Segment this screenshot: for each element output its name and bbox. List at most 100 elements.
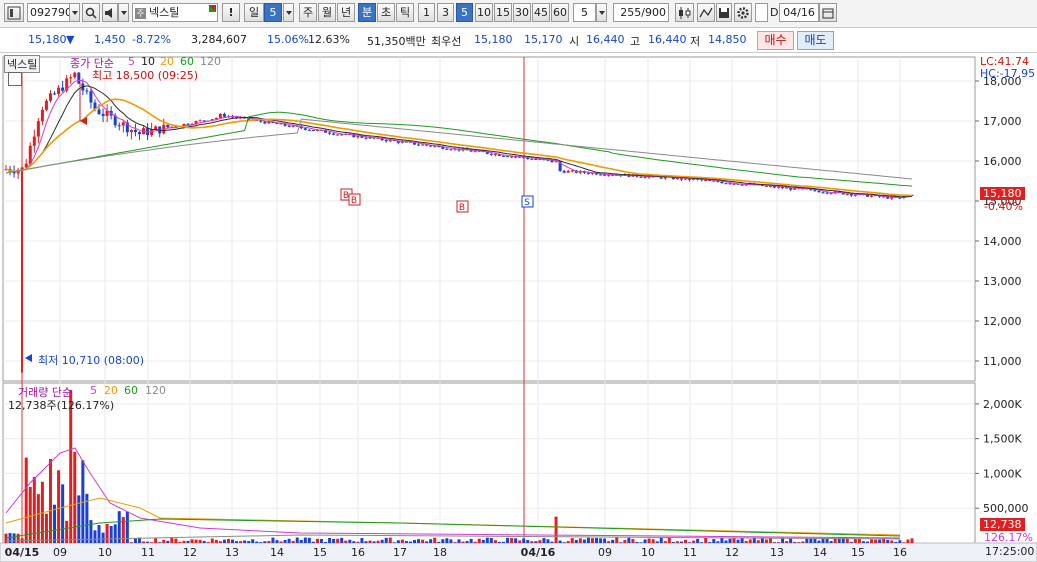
volume-bar [768,538,772,543]
date-checkbox[interactable] [755,3,768,22]
stock-name-field[interactable]: 주 넥스틸 [132,3,218,22]
interval-15[interactable]: 15 [494,3,512,22]
volume-bar [324,542,328,543]
volume-bar [239,541,243,543]
interval-input[interactable]: 5 [573,3,596,22]
price-tick-label: 17,000 [983,115,1022,128]
volume-bar [336,538,340,543]
alert-button[interactable]: ! [222,3,240,22]
volume-bar [396,540,400,543]
volume-bar [441,539,445,543]
current-price: 15,180 [28,33,67,46]
volume-bar [635,541,639,543]
candle [732,183,736,185]
buy-button[interactable]: 매수 [757,31,794,50]
period-dropdown[interactable] [283,3,294,22]
time-label: 13 [225,546,239,559]
toolbar: 092790 주 넥스틸 ! 일 5 주 월 년 분 초 틱 1 3 5 10 1… [0,0,1037,28]
interval-3[interactable]: 3 [437,3,454,22]
volume-bar [550,541,554,543]
tab-minute[interactable]: 분 [358,3,376,22]
candle [44,100,48,110]
price-tick-label: 11,000 [983,355,1022,368]
candle [307,129,311,131]
gear-icon[interactable] [734,3,752,22]
volume-bar [696,538,700,543]
trade-amount: 51,350백만 [367,35,426,48]
chart-menu-icon[interactable] [4,3,24,22]
volume-bar [501,541,505,543]
volume-bar [433,537,437,543]
volume-bar [404,541,408,543]
volume-bar [853,538,857,543]
calendar-icon[interactable] [819,3,837,22]
volume-bar [692,540,696,543]
volume-bar [235,541,239,543]
interval-45[interactable]: 45 [532,3,550,22]
interval-10[interactable]: 10 [475,3,493,22]
signal-label: B [343,191,349,201]
volume-bar [198,539,202,543]
candle-settings-icon[interactable] [675,3,694,22]
volume-bar [53,504,57,543]
volume-bar [595,537,599,543]
volume-bar [372,541,376,543]
tab-month[interactable]: 월 [318,3,336,22]
candle [356,135,360,138]
volume-bar [61,484,65,543]
volume-bar [299,539,303,543]
candle [821,192,825,194]
current-price-tag: 15,180 [980,187,1025,200]
volume-bar [214,539,218,543]
volume-bar [315,538,319,543]
stock-code-input[interactable]: 092790 [27,3,72,22]
search-icon[interactable] [82,3,100,22]
candle [166,124,170,128]
volume-bar [558,540,562,543]
volume-bar [295,537,299,543]
tab-second[interactable]: 초 [377,3,395,22]
volume-bar [113,524,117,543]
volume-bar [878,539,882,543]
candle [510,156,514,158]
period-value[interactable]: 5 [264,3,282,22]
candle [40,109,44,122]
candle [186,123,190,125]
code-dropdown[interactable] [69,3,80,22]
interval-5[interactable]: 5 [456,3,473,22]
volume-bar [679,541,683,543]
candle [57,87,61,94]
sell-button[interactable]: 매도 [797,31,834,50]
candle [28,145,32,164]
interval-60[interactable]: 60 [551,3,569,22]
date-input[interactable]: 04/16 [779,3,819,22]
sound-icon[interactable] [102,3,118,22]
volume-bar [813,538,817,543]
stock-chart[interactable]: 04/15 09 10 11 12 13 14 15 16 17 18 04/16 09 10 11 12 13… [0,53,1037,562]
signal-label: B [459,203,465,213]
volume-bar [231,539,234,543]
save-icon[interactable] [716,3,732,22]
candle [48,93,52,101]
tab-tick[interactable]: 틱 [396,3,414,22]
panel-toggle-icon[interactable] [8,72,22,86]
draw-line-icon[interactable] [697,3,715,22]
sound-dropdown[interactable] [118,3,129,22]
tab-week[interactable]: 주 [299,3,317,22]
interval-dropdown[interactable] [596,3,607,22]
tab-year[interactable]: 년 [337,3,355,22]
time-label: 10 [641,546,655,559]
interval-1[interactable]: 1 [418,3,435,22]
data-count-field[interactable]: 255/900 [613,3,669,22]
volume-bar [461,541,465,543]
volume-bar [611,539,615,543]
volume-bar [417,539,421,543]
volume-bar [36,494,40,543]
volume-tick-label: 500,000 [983,502,1029,515]
tab-day[interactable]: 일 [244,3,264,22]
time-label: 18 [433,546,447,559]
volume-bar [340,537,344,543]
candle [728,183,732,185]
candle [137,132,141,135]
interval-30[interactable]: 30 [513,3,531,22]
